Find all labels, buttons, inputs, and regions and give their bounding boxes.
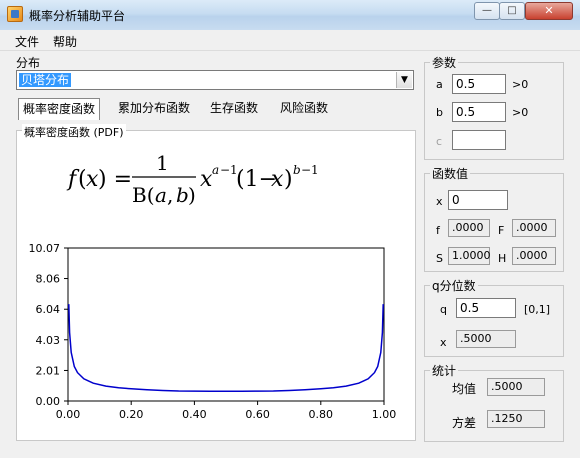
funcval-S-value: 1.0000: [448, 247, 491, 265]
quantile-q-input[interactable]: 0.5: [456, 298, 516, 318]
tab-pdf[interactable]: 概率密度函数: [18, 98, 101, 120]
tab-survival[interactable]: 生存函数: [206, 98, 262, 120]
x-tick-label: 0.20: [119, 408, 144, 421]
menu-file[interactable]: 文件: [15, 33, 39, 50]
x-tick-label: 1.00: [372, 408, 397, 421]
param-c-input[interactable]: [452, 130, 506, 150]
funcval-f-value: .0000: [448, 219, 490, 237]
param-a-input[interactable]: 0.5: [452, 74, 506, 94]
quantile-q-label: q: [440, 303, 447, 316]
x-tick-label: 0.00: [56, 408, 81, 421]
svg-text:): ): [188, 183, 196, 207]
funcval-H-label: H: [498, 252, 507, 265]
quantile-q-range: [0,1]: [524, 303, 551, 316]
y-tick-label: 10.07: [29, 242, 61, 255]
stats-mean-label: 均值: [452, 382, 477, 396]
param-b-input[interactable]: 0.5: [452, 102, 506, 122]
quantile-x-label: x: [440, 336, 447, 349]
chart-plot-area: [67, 247, 385, 402]
funcval-f-label: f: [436, 224, 440, 237]
params-title: 参数: [430, 54, 459, 71]
svg-text:x: x: [271, 167, 284, 192]
x-tick-label: 0.40: [182, 408, 207, 421]
pdf-panel-caption: 概率密度函数 (PDF): [22, 124, 126, 140]
y-tick-label: 6.04: [36, 303, 61, 316]
svg-text:,: ,: [167, 183, 173, 207]
menu-help[interactable]: 帮助: [53, 33, 77, 50]
pdf-formula: f ( x ) = 1 B( a , b ) x a −1 (1− x ) b …: [66, 151, 319, 207]
funcval-S-label: S: [436, 252, 443, 265]
svg-text:B(: B(: [132, 183, 155, 207]
stats-variance-label: 方差: [452, 416, 477, 430]
funcval-x-input[interactable]: 0: [448, 190, 508, 210]
maximize-button[interactable]: □: [499, 2, 525, 20]
funcval-F-label: F: [498, 224, 505, 237]
svg-text:−1: −1: [301, 163, 319, 177]
svg-text:b: b: [176, 183, 189, 207]
window-title: 概率分析辅助平台: [29, 9, 126, 23]
y-tick-label: 2.01: [36, 364, 61, 377]
y-tick-label: 8.06: [36, 273, 61, 286]
svg-text:) =: ) =: [98, 167, 132, 192]
stats-mean-value: .5000: [487, 378, 545, 396]
param-a-hint: >0: [512, 78, 529, 91]
funcval-x-label: x: [436, 195, 443, 208]
y-tick-label: 4.03: [36, 334, 61, 347]
x-tick-label: 0.60: [245, 408, 270, 421]
svg-text:a: a: [212, 163, 219, 177]
statistics-title: 统计: [430, 362, 459, 379]
tab-hazard[interactable]: 风险函数: [276, 98, 332, 120]
x-tick-label: 0.80: [309, 408, 334, 421]
distribution-selected-value: 贝塔分布: [19, 73, 72, 87]
y-tick-label: 0.00: [36, 395, 61, 408]
function-values-title: 函数值: [430, 165, 471, 182]
svg-text:1: 1: [156, 151, 169, 175]
param-b-hint: >0: [512, 106, 529, 119]
menu-bar: [0, 30, 580, 51]
param-c-label: c: [436, 135, 443, 148]
quantile-x-value: .5000: [456, 330, 516, 348]
app-icon: [7, 6, 23, 22]
minimize-button[interactable]: —: [474, 2, 500, 20]
svg-text:a: a: [155, 183, 167, 207]
funcval-F-value: .0000: [512, 219, 556, 237]
distribution-label: 分布: [16, 56, 41, 70]
svg-text:b: b: [293, 163, 301, 177]
funcval-H-value: .0000: [512, 247, 556, 265]
close-button[interactable]: ✕: [525, 2, 573, 20]
tab-cdf[interactable]: 累加分布函数: [114, 98, 194, 120]
param-a-label: a: [436, 78, 443, 91]
pdf-chart: 0.00 2.01 4.03 6.04 8.06 10.07 0.00 0.20 0.40 0.6…: [29, 242, 397, 421]
distribution-select[interactable]: 贝塔分布 ▼: [16, 70, 414, 90]
stats-variance-value: .1250: [487, 410, 545, 428]
svg-text:): ): [284, 167, 293, 192]
quantile-title: q分位数: [430, 277, 478, 294]
chevron-down-icon[interactable]: ▼: [396, 72, 412, 88]
param-b-label: b: [436, 106, 443, 119]
